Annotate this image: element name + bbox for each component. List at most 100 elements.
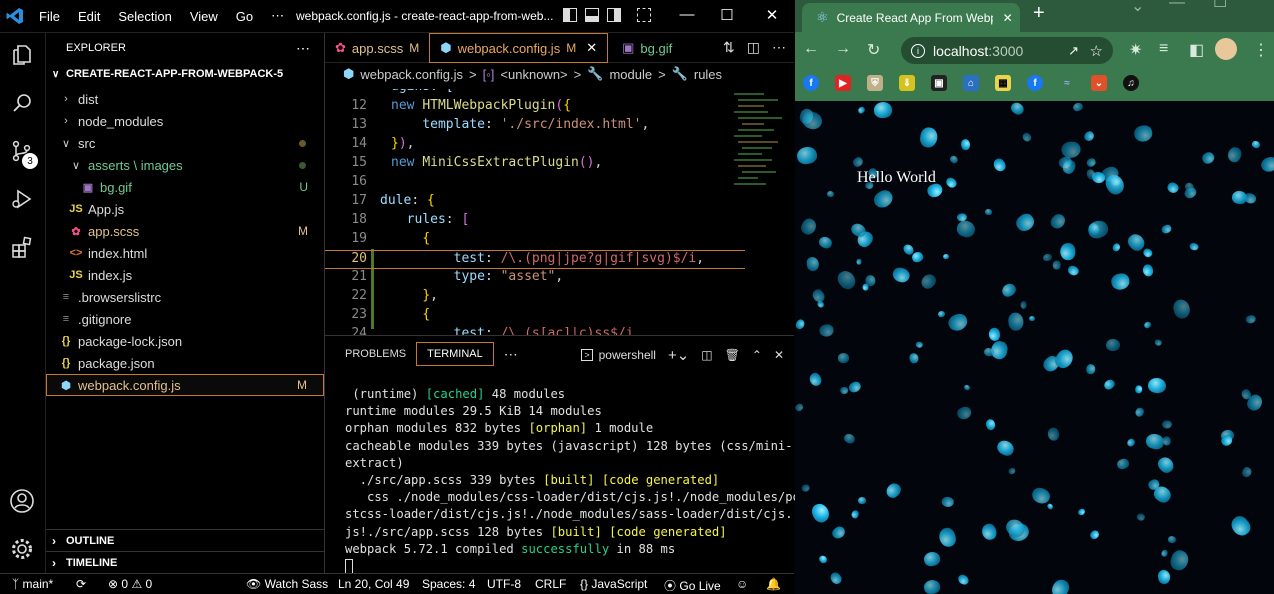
- shield-bookmark-icon[interactable]: ⛨: [867, 75, 883, 91]
- toggle-sidebar-icon[interactable]: [563, 8, 577, 22]
- back-icon[interactable]: ←: [803, 40, 819, 58]
- encoding[interactable]: UTF-8: [487, 577, 521, 591]
- tree-item-index-js[interactable]: JS index.js: [46, 264, 324, 286]
- download-bookmark-icon[interactable]: ⇓: [899, 75, 915, 91]
- new-tab-icon[interactable]: +: [1033, 2, 1045, 25]
- shop-bookmark-icon[interactable]: ⌂: [963, 75, 979, 91]
- minimize-icon[interactable]: —: [1169, 0, 1185, 12]
- tree-item-app-js[interactable]: JS App.js: [46, 198, 324, 220]
- project-folder[interactable]: ∨ CREATE-REACT-APP-FROM-WEBPACK-5: [46, 63, 324, 85]
- indentation[interactable]: Spaces: 4: [422, 577, 475, 591]
- maximize-panel-icon[interactable]: ⌃: [752, 348, 762, 362]
- chrome-menu-icon[interactable]: ⋮: [1253, 40, 1269, 60]
- timeline-section[interactable]: › TIMELINE: [46, 551, 324, 573]
- tree-item-app-scss[interactable]: ✿ app.scss M: [46, 220, 324, 242]
- explorer-icon[interactable]: [8, 41, 36, 69]
- close-panel-icon[interactable]: ✕: [774, 348, 784, 362]
- tree-item-index-html[interactable]: <> index.html: [46, 242, 324, 264]
- maximize-icon[interactable]: ☐: [712, 6, 742, 24]
- tab-bg-gif[interactable]: ▣ bg.gif: [608, 33, 682, 63]
- maximize-icon[interactable]: ☐: [1213, 0, 1227, 12]
- facebook-bookmark-icon[interactable]: f: [1027, 75, 1043, 91]
- breadcrumb-unknown[interactable]: <unknown>: [500, 67, 567, 82]
- feedback-icon[interactable]: ☺: [736, 577, 748, 591]
- tree-item-dist[interactable]: › dist: [46, 88, 324, 110]
- terminal-shell-name[interactable]: powershell: [599, 348, 656, 362]
- run-debug-icon[interactable]: [8, 185, 36, 213]
- tree-item-gitignore[interactable]: ≡ .gitignore: [46, 308, 324, 330]
- tree-item-asserts-images[interactable]: ∨ asserts \ images: [46, 154, 324, 176]
- customize-layout-icon[interactable]: [637, 8, 651, 22]
- share-icon[interactable]: ↗: [1068, 43, 1079, 59]
- bookmark-star-icon[interactable]: ☆: [1090, 42, 1103, 60]
- split-terminal-icon[interactable]: ◫: [701, 348, 712, 362]
- music-bookmark-icon[interactable]: ♫: [1123, 75, 1139, 91]
- problems-status[interactable]: ⊗ 0 ⚠ 0: [108, 577, 152, 591]
- tree-item-src[interactable]: ∨ src: [46, 132, 324, 154]
- menu-edit[interactable]: Edit: [69, 9, 109, 24]
- tab-webpack-config[interactable]: ⬢ webpack.config.js M ✕: [429, 33, 609, 63]
- minimize-icon[interactable]: —: [672, 6, 702, 23]
- tree-item-webpack-config[interactable]: ⬢ webpack.config.js M: [46, 374, 324, 396]
- settings-gear-icon[interactable]: [8, 535, 36, 563]
- watch-sass-button[interactable]: 👁 Watch Sass: [246, 577, 328, 591]
- terminal-output[interactable]: (runtime) [cached] 48 modules runtime mo…: [345, 386, 800, 575]
- address-bar[interactable]: i localhost:3000 ↗ ☆: [901, 37, 1113, 64]
- info-icon[interactable]: i: [911, 43, 925, 58]
- pocket-bookmark-icon[interactable]: ⌄: [1091, 75, 1107, 91]
- go-live-button[interactable]: ⦿ Go Live: [664, 577, 721, 594]
- extensions-icon[interactable]: ✷: [1129, 40, 1142, 60]
- minimap[interactable]: [730, 89, 788, 209]
- forward-icon[interactable]: →: [835, 40, 851, 58]
- code-editor[interactable]: ugins: [ 12new HTMLWebpackPlugin({ 13 te…: [325, 89, 745, 335]
- browser-tab[interactable]: ⚛ Create React App From Webp ✕: [802, 3, 1020, 32]
- cursor-position[interactable]: Ln 20, Col 49: [338, 577, 409, 591]
- sync-icon[interactable]: ⟳: [76, 577, 86, 591]
- open-changes-icon[interactable]: ⇅: [723, 39, 735, 56]
- toggle-secondary-sidebar-icon[interactable]: [607, 8, 621, 22]
- tab-search-icon[interactable]: ⌄: [1131, 0, 1144, 16]
- close-tab-icon[interactable]: ✕: [1003, 11, 1013, 25]
- close-window-icon[interactable]: ✕: [757, 6, 787, 24]
- explorer-more-icon[interactable]: ⋯: [296, 40, 310, 57]
- facebook-bookmark-icon[interactable]: f: [803, 75, 819, 91]
- menu-view[interactable]: View: [181, 9, 227, 24]
- signal-bookmark-icon[interactable]: ≈: [1059, 75, 1075, 91]
- tree-item-package-lock[interactable]: {} package-lock.json: [46, 330, 324, 352]
- trash-icon[interactable]: 🗑: [725, 348, 740, 362]
- breadcrumb-rules[interactable]: rules: [694, 67, 722, 82]
- tree-item-package-json[interactable]: {} package.json: [46, 352, 324, 374]
- breadcrumb-module[interactable]: module: [609, 67, 652, 82]
- tree-item-node-modules[interactable]: › node_modules: [46, 110, 324, 132]
- menu-file[interactable]: File: [30, 9, 69, 24]
- tab-app-scss[interactable]: ✿ app.scss M: [325, 33, 429, 63]
- split-editor-icon[interactable]: ◫: [747, 39, 760, 56]
- search-icon[interactable]: [8, 89, 36, 117]
- menu-go[interactable]: Go: [227, 9, 262, 24]
- extensions-icon[interactable]: [8, 233, 36, 261]
- language-mode[interactable]: {} JavaScript: [580, 577, 647, 591]
- side-panel-icon[interactable]: ◧: [1189, 40, 1204, 60]
- close-tab-icon[interactable]: ✕: [586, 40, 597, 56]
- tab-problems[interactable]: PROBLEMS: [335, 342, 416, 366]
- menu-selection[interactable]: Selection: [109, 9, 180, 24]
- breadcrumb-file[interactable]: webpack.config.js: [360, 67, 463, 82]
- reading-list-icon[interactable]: ≡: [1159, 40, 1168, 58]
- line-ending[interactable]: CRLF: [535, 577, 566, 591]
- bell-icon[interactable]: 🔔: [766, 577, 781, 591]
- reload-icon[interactable]: ↻: [867, 40, 880, 60]
- menu-more[interactable]: ⋯: [262, 8, 293, 24]
- tree-item-bg-gif[interactable]: ▣ bg.gif U: [46, 176, 324, 198]
- account-icon[interactable]: [8, 487, 36, 515]
- youtube-bookmark-icon[interactable]: ▶: [835, 75, 851, 91]
- more-actions-icon[interactable]: ⋯: [772, 39, 786, 56]
- tree-item-browserslistrc[interactable]: ≡ .browserslistrc: [46, 286, 324, 308]
- branch-status[interactable]: ᛉ main*: [12, 577, 53, 591]
- profile-avatar[interactable]: [1215, 38, 1237, 60]
- screen-bookmark-icon[interactable]: ▣: [931, 75, 947, 91]
- toggle-panel-icon[interactable]: [585, 8, 599, 22]
- new-terminal-icon[interactable]: +⌄: [668, 346, 689, 364]
- panel-more-icon[interactable]: ⋯: [494, 342, 528, 366]
- tab-terminal[interactable]: TERMINAL: [416, 342, 494, 366]
- doc-bookmark-icon[interactable]: ▦: [995, 75, 1011, 91]
